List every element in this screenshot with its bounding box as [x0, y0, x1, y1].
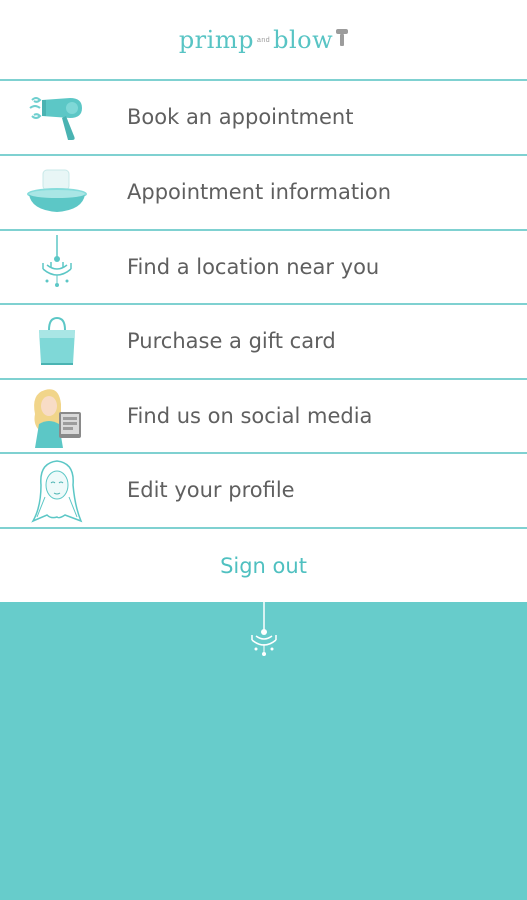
menu-item-label: Find us on social media: [127, 404, 373, 428]
menu-item-edit-profile[interactable]: Edit your profile: [0, 454, 527, 526]
menu-item-appointment-information[interactable]: Appointment information: [0, 156, 527, 228]
chandelier-icon: [248, 602, 280, 662]
sign-out-row: Sign out: [0, 529, 527, 602]
wash-basin-icon: [22, 156, 92, 228]
menu-item-label: Appointment information: [127, 180, 392, 204]
app-screen: primp and blow Book an appointment Appoi…: [0, 0, 527, 900]
menu-item-label: Purchase a gift card: [127, 329, 336, 353]
logo-word-and: and: [256, 36, 271, 44]
primp-and-blow-logo: primp and blow: [178, 26, 349, 54]
chandelier-icon: [22, 231, 92, 303]
logo-dryer-icon: [336, 26, 349, 54]
menu-item-label: Find a location near you: [127, 255, 380, 279]
woman-portrait-icon: [22, 454, 92, 526]
menu-item-find-location[interactable]: Find a location near you: [0, 231, 527, 303]
footer-panel: [0, 602, 527, 900]
sign-out-button[interactable]: Sign out: [220, 554, 307, 578]
girl-with-tablet-icon: [22, 380, 92, 452]
logo-word-primp: primp: [178, 26, 254, 54]
app-header: primp and blow: [0, 0, 527, 80]
menu-item-label: Book an appointment: [127, 105, 354, 129]
logo-word-blow: blow: [273, 26, 334, 54]
menu-item-social-media[interactable]: Find us on social media: [0, 380, 527, 452]
menu-item-label: Edit your profile: [127, 478, 295, 502]
shopping-bag-icon: [22, 305, 92, 377]
menu-item-purchase-gift-card[interactable]: Purchase a gift card: [0, 305, 527, 377]
menu-item-book-appointment[interactable]: Book an appointment: [0, 81, 527, 153]
hair-dryer-icon: [22, 81, 92, 153]
